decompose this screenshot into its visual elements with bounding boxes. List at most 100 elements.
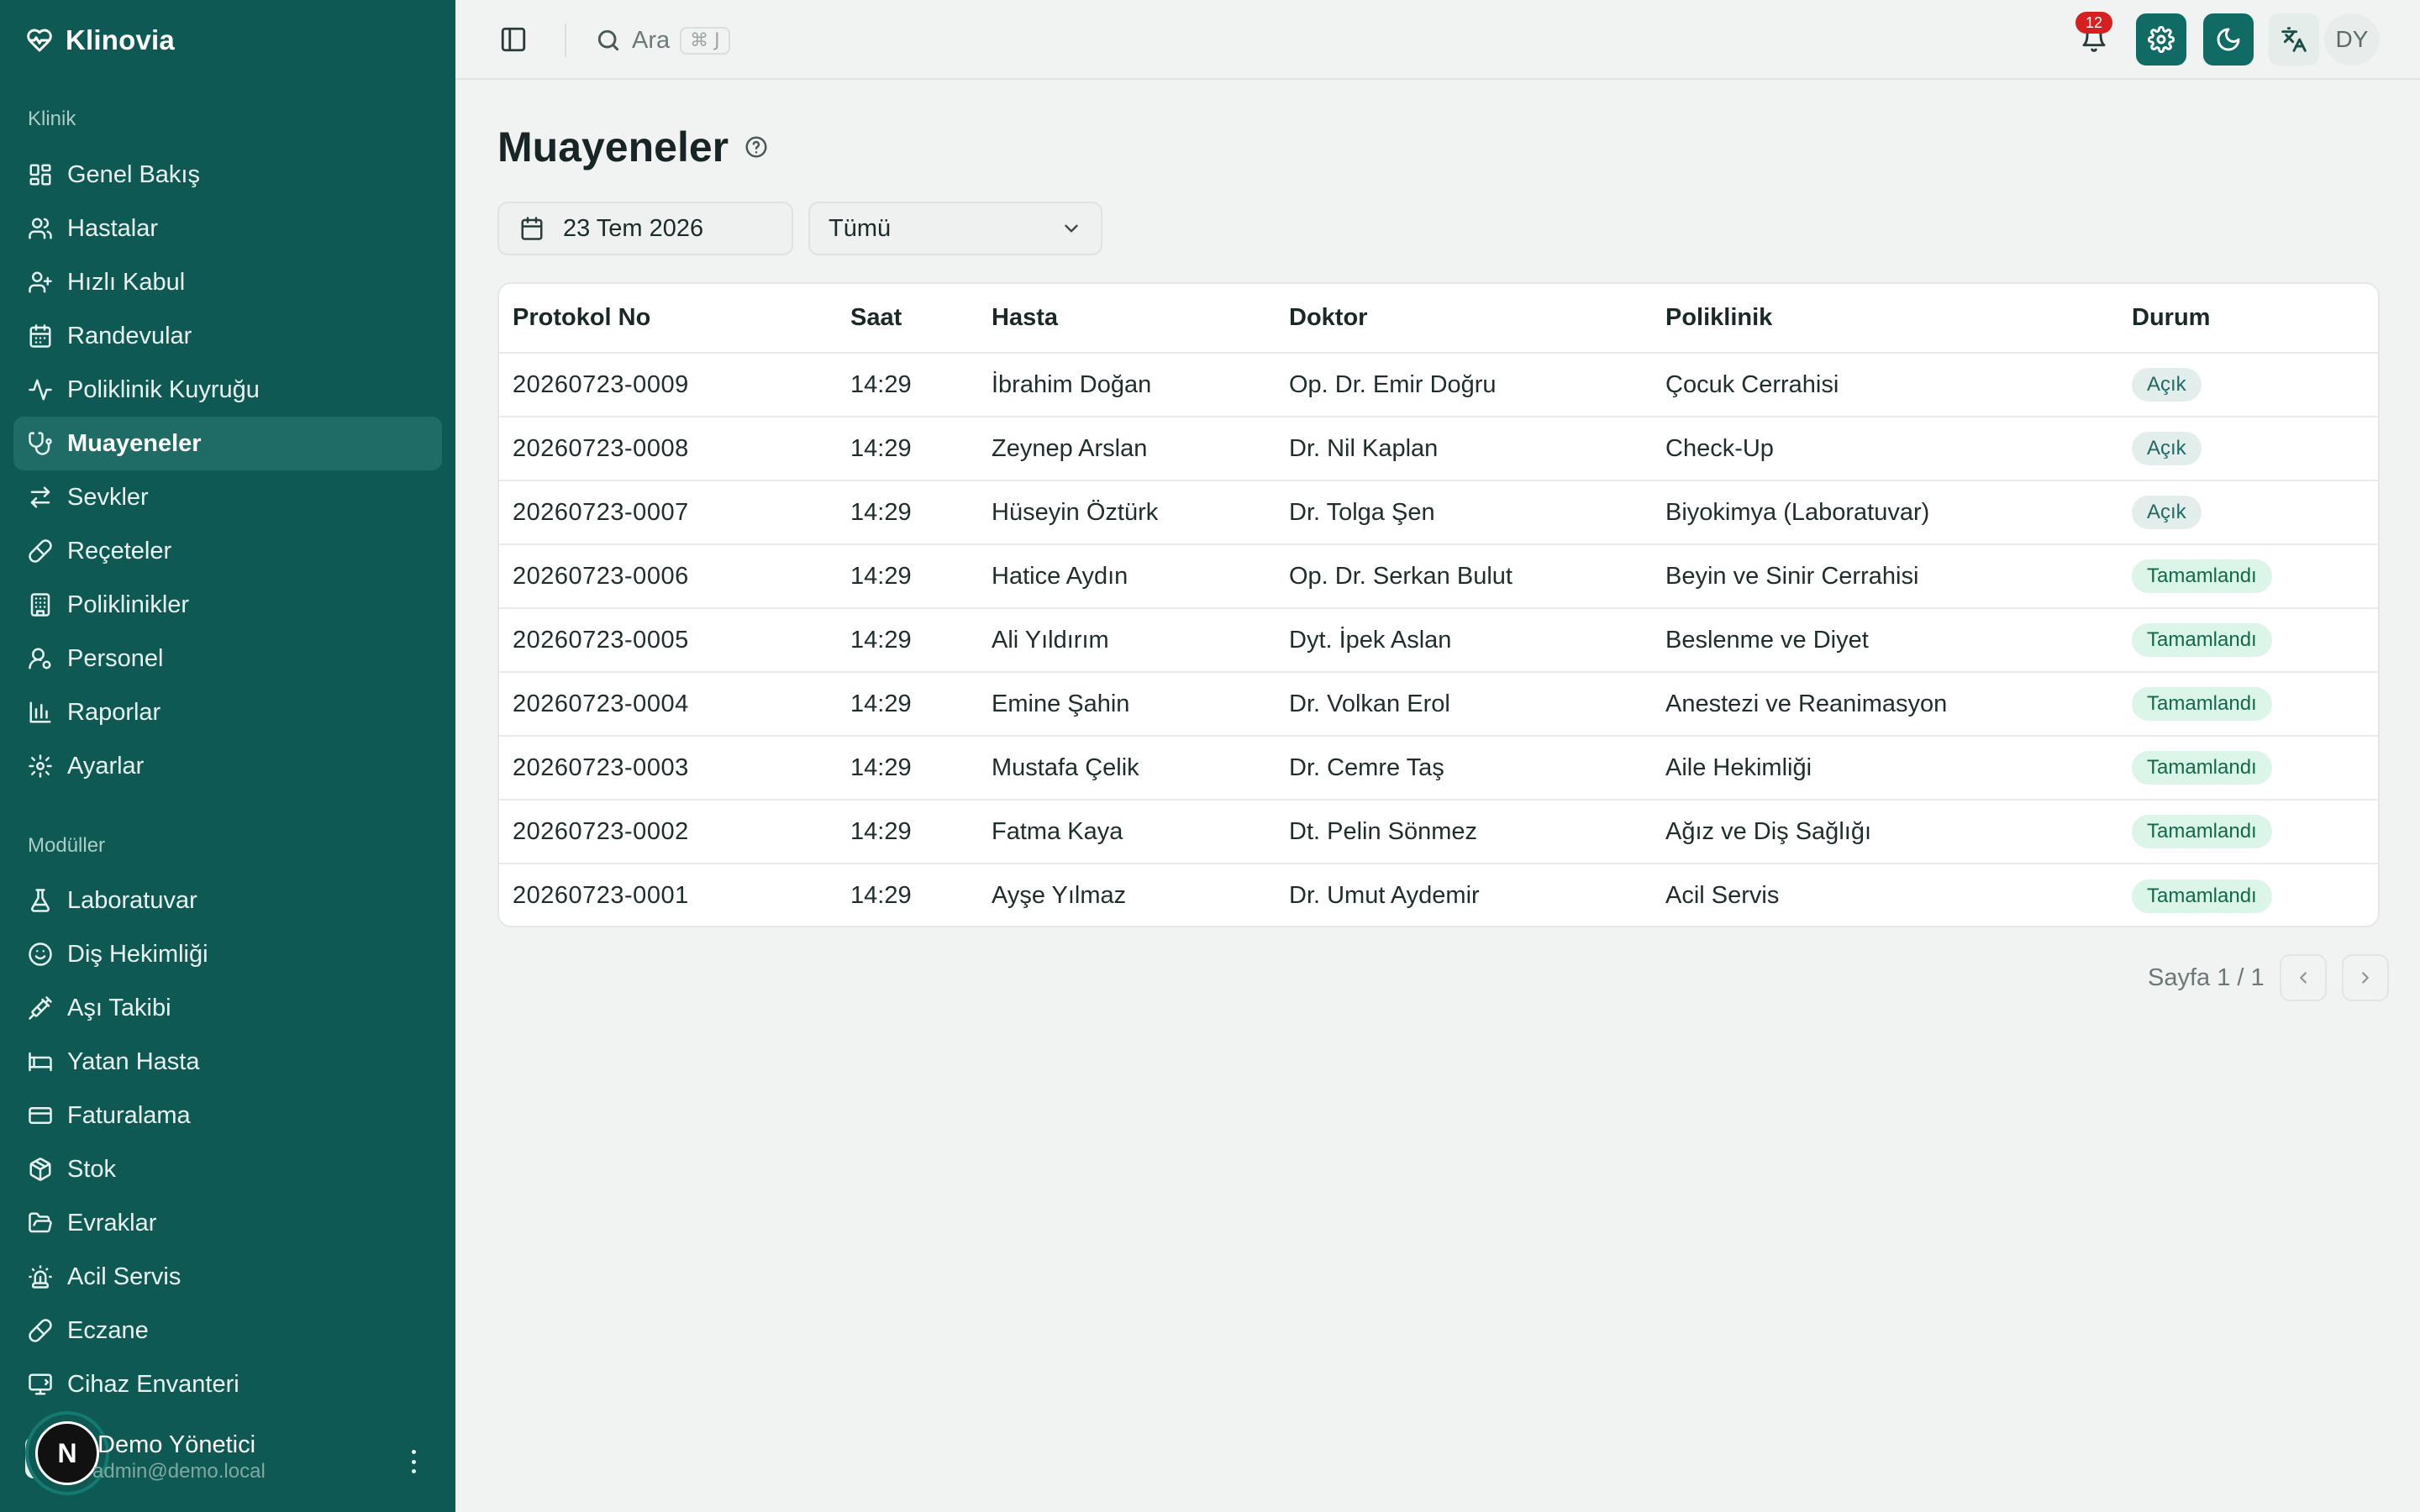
sidebar-item-cihaz-envanteri[interactable]: Cihaz Envanteri xyxy=(13,1357,442,1411)
sidebar-item-genel-bakis[interactable]: Genel Bakış xyxy=(13,148,442,202)
date-filter[interactable]: 23 Tem 2026 xyxy=(497,202,793,255)
page-title: Muayeneler xyxy=(497,123,729,171)
table-row[interactable]: 20260723-0002 14:29 Fatma Kaya Dt. Pelin Sö… xyxy=(499,800,2378,864)
cell-doctor: Op. Dr. Emir Doğru xyxy=(1289,370,1497,398)
table-row[interactable]: 20260723-0007 14:29 Hüseyin Öztürk Dr. Tolg… xyxy=(499,480,2378,544)
notification-badge: 12 xyxy=(2075,12,2112,34)
sidebar-item-eczane[interactable]: Eczane xyxy=(13,1304,442,1357)
sidebar-item-randevular[interactable]: Randevular xyxy=(13,309,442,363)
app-name: Klinovia xyxy=(66,24,175,55)
sidebar-item-label: Personel xyxy=(67,644,164,672)
cell-clinic: Çocuk Cerrahisi xyxy=(1665,370,1839,398)
sidebar-item-label: Genel Bakış xyxy=(67,160,200,188)
search-shortcut: ⌘ J xyxy=(680,26,730,55)
bed-icon xyxy=(27,1048,54,1075)
gear-icon xyxy=(2148,26,2175,53)
settings-button[interactable] xyxy=(2136,13,2186,66)
cell-protocol: 20260723-0004 xyxy=(513,690,689,717)
previous-page-button[interactable] xyxy=(2279,954,2327,1001)
status-badge: Açık xyxy=(2132,496,2202,529)
sidebar-item-raporlar[interactable]: Raporlar xyxy=(13,685,442,739)
help-circle-icon[interactable] xyxy=(744,134,769,160)
user-avatar-button[interactable]: DY xyxy=(2324,13,2380,66)
table-row[interactable]: 20260723-0004 14:29 Emine Şahin Dr. Volkan … xyxy=(499,672,2378,736)
sidebar-item-laboratuvar[interactable]: Laboratuvar xyxy=(13,874,442,927)
cell-status: Tamamlandı xyxy=(2118,800,2378,864)
cell-patient: Ali Yıldırım xyxy=(992,626,1109,654)
cell-time: 14:29 xyxy=(850,882,912,909)
flask-icon xyxy=(27,887,54,914)
sidebar-item-label: Raporlar xyxy=(67,698,161,726)
next-page-button[interactable] xyxy=(2341,954,2389,1001)
sidebar-item-sevkler[interactable]: Sevkler xyxy=(13,470,442,524)
cell-clinic: Aile Hekimliği xyxy=(1665,753,1812,781)
header-col-clinic: Poliklinik xyxy=(1665,304,1773,331)
status-badge: Tamamlandı xyxy=(2132,879,2272,913)
cell-protocol: 20260723-0009 xyxy=(513,370,689,398)
sidebar-item-yatan-hasta[interactable]: Yatan Hasta xyxy=(13,1035,442,1089)
sidebar-item-personel[interactable]: Personel xyxy=(13,632,442,685)
cell-protocol: 20260723-0001 xyxy=(513,882,689,909)
more-vertical-icon[interactable] xyxy=(403,1446,424,1477)
cell-protocol: 20260723-0005 xyxy=(513,626,689,654)
sidebar-item-receteler[interactable]: Reçeteler xyxy=(13,524,442,578)
cell-time: 14:29 xyxy=(850,753,912,781)
users-icon xyxy=(27,215,54,242)
table-row[interactable]: 20260723-0006 14:29 Hatice Aydın Op. Dr. Se… xyxy=(499,544,2378,608)
sidebar-item-hizli-kabul[interactable]: Hızlı Kabul xyxy=(13,255,442,309)
table-row[interactable]: 20260723-0005 14:29 Ali Yıldırım Dyt. İpek … xyxy=(499,608,2378,672)
cell-protocol: 20260723-0008 xyxy=(513,434,689,462)
staff-icon xyxy=(27,645,54,672)
table-row[interactable]: 20260723-0003 14:29 Mustafa Çelik Dr. Cemre… xyxy=(499,736,2378,800)
brand[interactable]: Klinovia xyxy=(25,22,175,59)
status-filter-select[interactable]: Tümü xyxy=(808,202,1102,255)
status-badge: Tamamlandı xyxy=(2132,623,2272,657)
sidebar-item-evraklar[interactable]: Evraklar xyxy=(13,1196,442,1250)
sidebar-item-muayeneler[interactable]: Muayeneler xyxy=(13,417,442,470)
stethoscope-icon xyxy=(27,430,54,457)
bar-chart-icon xyxy=(27,699,54,726)
sidebar-item-label: Faturalama xyxy=(67,1101,191,1129)
cell-time: 14:29 xyxy=(850,434,912,462)
cell-patient: Mustafa Çelik xyxy=(992,753,1139,781)
table-row[interactable]: 20260723-0001 14:29 Ayşe Yılmaz Dr. Umut Ay… xyxy=(499,864,2378,926)
user-profile[interactable]: N Demo Yönetici admin@demo.local xyxy=(25,1411,437,1495)
cell-patient: İbrahim Doğan xyxy=(992,370,1152,398)
status-badge: Tamamlandı xyxy=(2132,687,2272,721)
header-col-time: Saat xyxy=(850,304,902,331)
theme-toggle-button[interactable] xyxy=(2203,13,2254,66)
status-badge: Tamamlandı xyxy=(2132,751,2272,785)
header-col-protocol: Protokol No xyxy=(513,304,651,331)
table-row[interactable]: 20260723-0009 14:29 İbrahim Doğan Op. Dr. E… xyxy=(499,353,2378,417)
search-label: Ara xyxy=(632,26,671,54)
calendar-icon xyxy=(27,323,54,349)
header-col-doctor: Doktor xyxy=(1289,304,1368,331)
sidebar-item-poliklinikler[interactable]: Poliklinikler xyxy=(13,578,442,632)
sidebar-item-label: Poliklinik Kuyruğu xyxy=(67,375,260,403)
sidebar-item-label: Hızlı Kabul xyxy=(67,268,186,296)
cell-doctor: Dr. Volkan Erol xyxy=(1289,690,1450,717)
sidebar-item-ayarlar[interactable]: Ayarlar xyxy=(13,739,442,793)
folder-icon xyxy=(27,1210,54,1236)
status-badge: Tamamlandı xyxy=(2132,559,2272,593)
sidebar-item-acil-servis[interactable]: Acil Servis xyxy=(13,1250,442,1304)
sidebar-item-hastalar[interactable]: Hastalar xyxy=(13,202,442,255)
sidebar-toggle-icon[interactable] xyxy=(499,25,529,55)
sidebar-item-stok[interactable]: Stok xyxy=(13,1142,442,1196)
user-email: admin@demo.local xyxy=(92,1460,266,1483)
cell-clinic: Ağız ve Diş Sağlığı xyxy=(1665,817,1871,845)
pagination-label: Sayfa 1 / 1 xyxy=(2148,963,2265,991)
sidebar-item-poliklinik-kuyrugu[interactable]: Poliklinik Kuyruğu xyxy=(13,363,442,417)
search-trigger[interactable]: Ara ⌘ J xyxy=(595,22,730,59)
sidebar-item-faturalama[interactable]: Faturalama xyxy=(13,1089,442,1142)
cell-doctor: Op. Dr. Serkan Bulut xyxy=(1289,562,1512,590)
translate-icon xyxy=(2281,27,2307,52)
cell-doctor: Dt. Pelin Sönmez xyxy=(1289,817,1478,845)
table-row[interactable]: 20260723-0008 14:29 Zeynep Arslan Dr. Nil K… xyxy=(499,417,2378,480)
language-button[interactable] xyxy=(2269,13,2319,66)
cell-clinic: Anestezi ve Reanimasyon xyxy=(1665,690,1948,717)
package-icon xyxy=(27,1156,54,1183)
sidebar-item-dis-hekimligi[interactable]: Diş Hekimliği xyxy=(13,927,442,981)
section-label-clinic: Klinik xyxy=(28,108,76,130)
sidebar-item-asi-takibi[interactable]: Aşı Takibi xyxy=(13,981,442,1035)
